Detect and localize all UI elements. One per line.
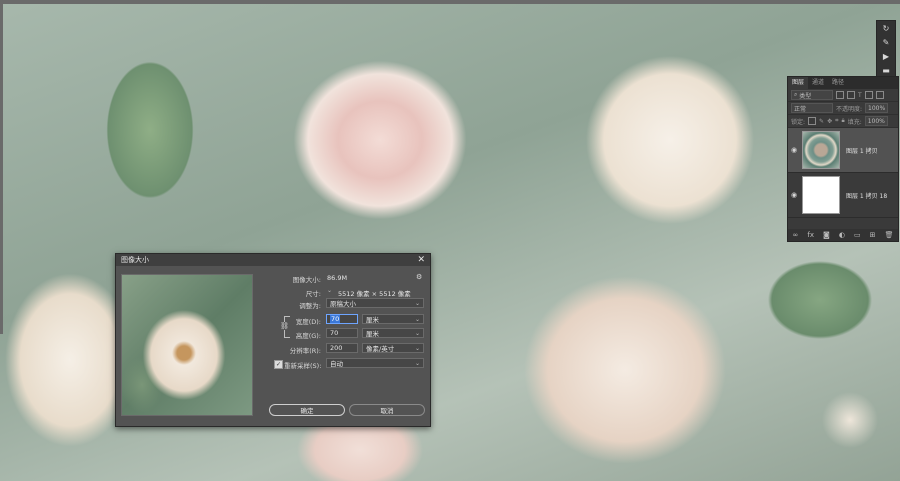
layer-thumbnail [802,176,840,214]
layers-bottom-bar: ∞ fx ◙ ◐ ▭ ⊞ 🗑︎ [788,229,898,241]
layer-name[interactable]: 图层 1 拷贝 [846,146,878,155]
blend-row: 正常 不透明度: 100% [788,102,898,115]
ok-button[interactable]: 确定 [269,404,345,416]
resolution-input[interactable]: 200 [326,343,358,353]
layer-row[interactable]: ◉ 图层 1 拷贝 18 [788,173,898,218]
brush-icon[interactable]: ✎ [877,35,895,49]
close-icon[interactable]: ✕ [417,255,425,265]
resolution-unit-select[interactable]: 像素/英寸 ⌄ [362,343,424,353]
width-value: 70 [330,315,341,323]
width-label: 宽度(D): [295,318,321,326]
filter-type-icon[interactable]: T [858,92,862,99]
chevron-down-icon: ⌄ [414,315,420,323]
layers-tabs: 图层 通道 路径 [788,77,898,89]
height-unit-select[interactable]: 厘米 ⌄ [362,328,424,338]
chevron-down-icon: ⌄ [414,344,420,352]
width-unit-value: 厘米 [366,316,379,324]
chevron-down-icon: ⌄ [414,299,420,307]
resample-value: 自动 [330,360,343,368]
fill-field[interactable]: 100% [864,116,888,126]
tab-layers[interactable]: 图层 [788,77,809,89]
height-input[interactable]: 70 [326,328,358,338]
left-ruler [0,4,3,334]
height-value: 70 [330,329,339,337]
lock-row: 锁定: ✎ ✥ ⌗ 🔒︎ 填充: 100% [788,115,898,128]
resample-label: 重新采样(S): [284,362,322,370]
dimensions-label: 尺寸: [305,290,321,298]
blend-mode-select[interactable]: 正常 [791,103,833,113]
image-preview[interactable] [121,274,253,416]
fit-to-value: 原稿大小 [330,300,356,308]
layer-thumbnail [802,131,840,169]
height-unit-value: 厘米 [366,330,379,338]
side-toolbar: ↻ ✎ ▶ ▬ [876,20,896,78]
filter-adjust-icon[interactable] [847,91,855,99]
chevron-down-icon: ⌄ [414,359,420,367]
width-unit-select[interactable]: 厘米 ⌄ [362,314,424,324]
layer-name[interactable]: 图层 1 拷贝 18 [846,191,887,200]
folder-icon[interactable]: ▭ [854,231,861,239]
fit-to-label: 调整为: [299,302,321,310]
cancel-button[interactable]: 取消 [349,404,425,416]
visibility-eye-icon[interactable]: ◉ [788,146,800,154]
fill-label: 填充: [847,118,862,126]
layers-panel: 图层 通道 路径 ⌕ 类型 T 正常 不透明度: 100% 锁定: ✎ ✥ ⌗ … [787,76,899,242]
dialog-titlebar[interactable]: 图像大小 ✕ [116,254,430,266]
adjustment-icon[interactable]: ◐ [839,231,845,239]
width-input[interactable]: 70 [326,314,358,324]
resample-checkbox[interactable]: ✓ [274,360,283,369]
link-icon[interactable]: ∞ [793,231,799,239]
image-size-label: 图像大小: [292,276,321,284]
fill-value: 100% [867,117,885,125]
lock-paint-icon[interactable]: ✎ [819,118,824,125]
layer-row[interactable]: ◉ 图层 1 拷贝 [788,128,898,173]
lock-all-icon[interactable]: 🔒︎ [841,117,844,125]
lock-artboard-icon[interactable]: ⌗ [835,117,838,125]
top-ruler [0,0,900,4]
rotate-icon[interactable]: ↻ [877,21,895,35]
resolution-label: 分辨率(R): [289,347,321,355]
tab-paths[interactable]: 路径 [828,77,848,89]
fx-icon[interactable]: fx [807,231,814,239]
image-size-value: 86.9M [327,274,348,282]
comment-icon[interactable]: ▬ [877,63,895,77]
opacity-value: 100% [868,104,886,112]
blend-mode-value: 正常 [794,105,807,113]
dimensions-value: 5512 像素 × 5512 像素 [338,290,411,298]
filter-shape-icon[interactable] [864,91,873,99]
lock-transparent-icon[interactable] [808,117,817,125]
new-layer-icon[interactable]: ⊞ [870,231,876,239]
dimensions-chevron-icon[interactable]: ⌄ [327,287,332,294]
visibility-eye-icon[interactable]: ◉ [788,191,800,199]
trash-icon[interactable]: 🗑︎ [885,231,894,239]
layer-search-input[interactable]: ⌕ 类型 [791,90,833,100]
resolution-unit-value: 像素/英寸 [366,345,395,353]
resolution-value: 200 [330,344,343,352]
play-icon[interactable]: ▶ [877,49,895,63]
fit-to-select[interactable]: 原稿大小 ⌄ [326,298,424,308]
tab-channels[interactable]: 通道 [808,77,828,89]
settings-gear-icon[interactable]: ⚙ [416,273,422,281]
opacity-label: 不透明度: [836,105,863,113]
filter-smart-icon[interactable] [875,91,884,99]
lock-move-icon[interactable]: ✥ [827,118,832,125]
height-label: 高度(G): [295,332,321,340]
resample-select[interactable]: 自动 ⌄ [326,358,424,368]
layer-search-placeholder: 类型 [799,92,812,100]
filter-pixel-icon[interactable] [836,91,844,99]
mask-icon[interactable]: ◙ [823,231,830,239]
opacity-field[interactable]: 100% [865,103,889,113]
image-size-dialog: 图像大小 ✕ 图像大小: 86.9M ⚙ 尺寸: ⌄ 5512 像素 × 551… [115,253,431,427]
dialog-title: 图像大小 [121,256,149,264]
layer-filter-row: ⌕ 类型 T [788,89,898,102]
chevron-down-icon: ⌄ [414,329,420,337]
lock-label: 锁定: [791,118,806,126]
